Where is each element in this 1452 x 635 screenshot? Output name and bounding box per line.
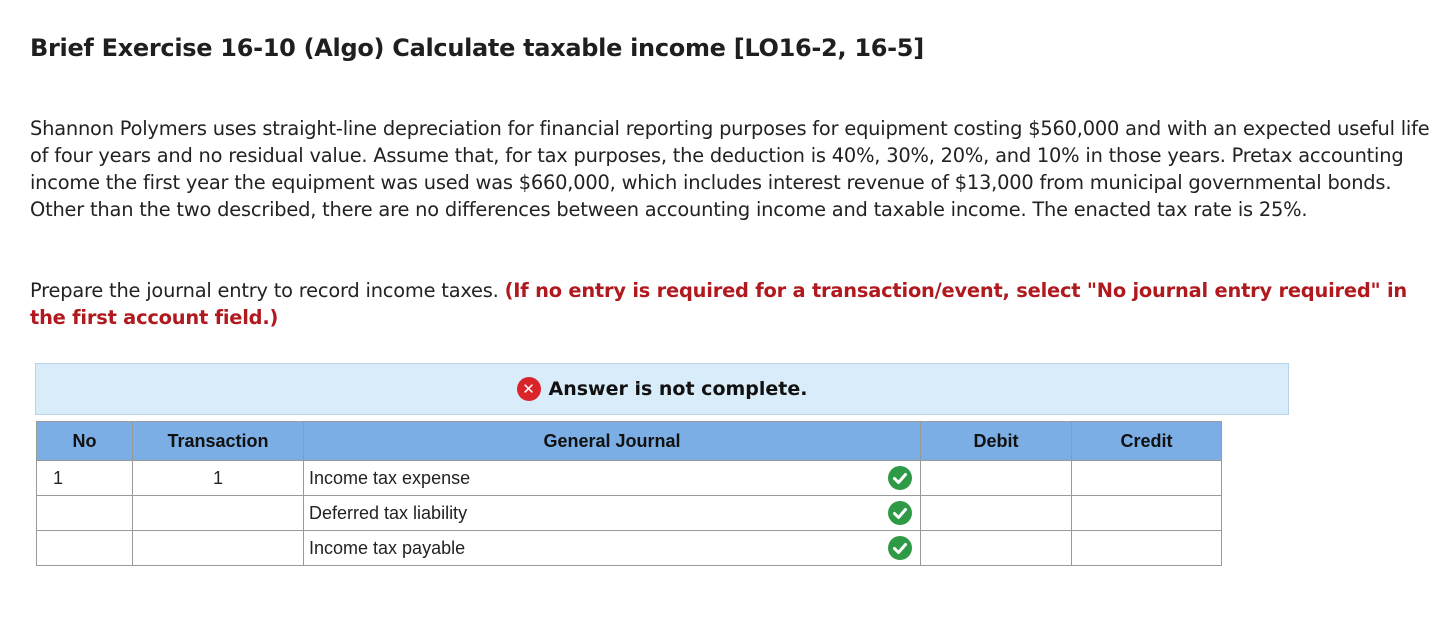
column-header-transaction: Transaction — [132, 421, 304, 461]
table-row: Deferred tax liability — [36, 495, 1222, 531]
journal-entry-table: No Transaction General Journal Debit Cre… — [36, 421, 1222, 566]
column-header-debit: Debit — [920, 421, 1072, 461]
account-name: Income tax expense — [309, 467, 471, 488]
column-header-credit: Credit — [1071, 421, 1222, 461]
account-select[interactable]: Income tax payable — [303, 530, 921, 566]
check-icon — [888, 536, 912, 560]
account-select[interactable]: Income tax expense — [303, 460, 921, 496]
credit-input[interactable] — [1071, 460, 1222, 496]
instruction-text: Prepare the journal entry to record inco… — [30, 279, 499, 302]
column-header-no: No — [36, 421, 133, 461]
row-no-cell: 1 — [36, 460, 133, 496]
row-transaction-cell — [132, 530, 304, 566]
account-select[interactable]: Deferred tax liability — [303, 495, 921, 531]
problem-statement: Shannon Polymers uses straight-line depr… — [30, 117, 1430, 221]
x-circle-icon: ✕ — [516, 377, 541, 401]
account-name: Income tax payable — [309, 537, 466, 558]
account-name: Deferred tax liability — [309, 502, 468, 523]
check-icon — [888, 501, 912, 525]
table-row: Income tax payable — [36, 530, 1222, 566]
column-header-general-journal: General Journal — [303, 421, 921, 461]
row-transaction-cell: 1 — [132, 460, 304, 496]
credit-input[interactable] — [1071, 530, 1222, 566]
row-transaction-cell — [132, 495, 304, 531]
instruction: Prepare the journal entry to record inco… — [30, 277, 1440, 331]
answer-status-message: Answer is not complete. — [548, 378, 808, 400]
credit-input[interactable] — [1071, 495, 1222, 531]
debit-input[interactable] — [920, 460, 1072, 496]
row-no-cell — [36, 495, 133, 531]
row-no-cell — [36, 530, 133, 566]
debit-input[interactable] — [920, 530, 1072, 566]
answer-status-banner: ✕ Answer is not complete. — [35, 363, 1289, 415]
page-title: Brief Exercise 16-10 (Algo) Calculate ta… — [30, 34, 924, 62]
table-header-row: No Transaction General Journal Debit Cre… — [36, 421, 1222, 461]
debit-input[interactable] — [920, 495, 1072, 531]
check-icon — [888, 466, 912, 490]
table-row: 1 1 Income tax expense — [36, 460, 1222, 496]
